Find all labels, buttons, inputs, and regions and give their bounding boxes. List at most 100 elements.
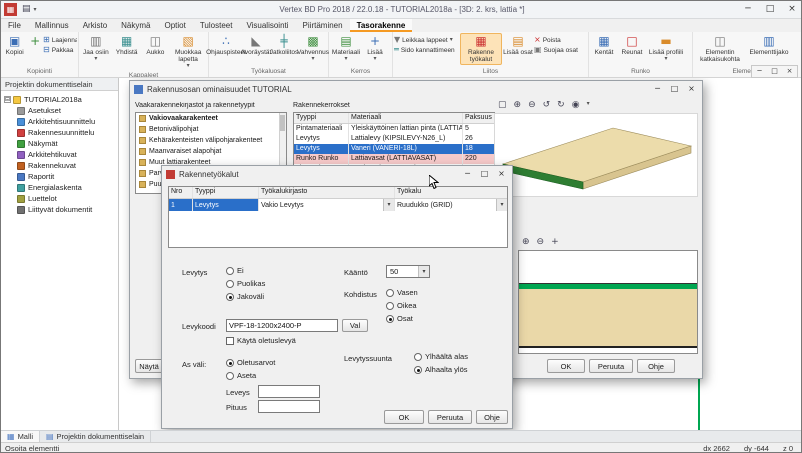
kopioi-button[interactable]: ▣Kopioi bbox=[2, 33, 27, 58]
collapse-icon[interactable]: ⊟ bbox=[4, 96, 11, 103]
tree-item-nakymat[interactable]: Näkymät bbox=[4, 138, 118, 149]
help-button[interactable]: Ohje bbox=[637, 359, 675, 373]
lisaa-profiili-button[interactable]: ▬Lisää profiili▾ bbox=[646, 33, 686, 64]
val-button[interactable]: Val bbox=[342, 319, 368, 332]
mdi-close-button[interactable]: × bbox=[782, 66, 797, 77]
minimize-button[interactable]: ─ bbox=[737, 1, 759, 18]
layer-row-selected[interactable]: LevytysVaneri (VANERI-18L)18 bbox=[294, 144, 494, 154]
lisaa-button[interactable]: +Lisää▾ bbox=[362, 33, 388, 64]
tree-item-rakennesuunnittelu[interactable]: Rakennesuunnittelu bbox=[4, 127, 118, 138]
maximize-button[interactable]: □ bbox=[759, 1, 781, 18]
dialog-maximize-button[interactable]: □ bbox=[666, 83, 683, 96]
tree-item-asetukset[interactable]: Asetukset bbox=[4, 105, 118, 116]
ok-button[interactable]: OK bbox=[384, 410, 424, 424]
tools-dialog-titlebar[interactable]: Rakennetyökalut ─ □ × bbox=[162, 166, 512, 182]
tree-item-liittyvat-dokumentit[interactable]: Liittyvät dokumentit bbox=[4, 204, 118, 215]
leikkaa-lappeet-button[interactable]: ▼Leikkaa lappeet▾ bbox=[394, 36, 460, 44]
ohjauspisteet-button[interactable]: ∴Ohjauspisteet bbox=[210, 33, 242, 58]
pituus-input[interactable] bbox=[258, 400, 320, 413]
menu-file[interactable]: File bbox=[1, 19, 28, 32]
zoom-out-icon[interactable]: ⊖ bbox=[528, 101, 536, 110]
dialog-maximize-button[interactable]: □ bbox=[476, 168, 493, 181]
radio-osat[interactable]: Osat bbox=[386, 314, 413, 323]
menu-optiot[interactable]: Optiot bbox=[157, 19, 192, 32]
jaa-osiin-button[interactable]: ▥Jaa osiin▾ bbox=[80, 33, 112, 64]
save-icon[interactable]: ▤ bbox=[22, 5, 31, 14]
laajenna-button[interactable]: ⊞Laajenna bbox=[43, 36, 77, 44]
kentat-button[interactable]: ▦Kentät bbox=[590, 33, 618, 58]
elementtijako-button[interactable]: ▥Elementtijako bbox=[746, 33, 792, 58]
kaanto-select[interactable]: 50▾ bbox=[386, 265, 430, 278]
muokkaa-lapetta-button[interactable]: ▧Muokkaa lapetta▾ bbox=[169, 33, 207, 71]
reunat-button[interactable]: □Reunat bbox=[618, 33, 646, 58]
tab-malli[interactable]: ▦Malli bbox=[1, 431, 40, 442]
library-item[interactable]: Vakiovaakarakenteet bbox=[136, 113, 286, 124]
column-header[interactable]: Tyyppi bbox=[294, 113, 349, 123]
tool-combobox[interactable]: Ruudukko (GRID)▾ bbox=[395, 199, 507, 211]
aukko-button[interactable]: ◫Aukko bbox=[142, 33, 170, 58]
dialog-minimize-button[interactable]: ─ bbox=[459, 168, 476, 181]
yhdista-button[interactable]: ▦Yhdistä bbox=[112, 33, 142, 58]
radio-ylhaalta-alas[interactable]: Ylhäältä alas bbox=[414, 352, 468, 361]
layer-row[interactable]: Runko RunkoLattiavasat (LATTIAVASAT)220 bbox=[294, 154, 494, 164]
materiaali-button[interactable]: ▤Materiaali▾ bbox=[330, 33, 362, 64]
radio-puolikas[interactable]: Puolikas bbox=[226, 279, 265, 288]
sido-kannattimeen-button[interactable]: ═Sido kannattimeen bbox=[394, 46, 460, 54]
zoom-out-icon[interactable]: ⊖ bbox=[537, 238, 545, 247]
column-header[interactable]: Paksuus bbox=[463, 113, 494, 123]
tab-projektin-dokumenttiselain[interactable]: ▤Projektin dokumenttiselain bbox=[40, 431, 151, 442]
view-caret-icon[interactable]: ▾ bbox=[587, 101, 590, 110]
show-button[interactable]: Näytä bbox=[135, 359, 163, 373]
jatkoliitos-button[interactable]: ╪Jatkoliitos bbox=[270, 33, 298, 58]
dialog-minimize-button[interactable]: ─ bbox=[649, 83, 666, 96]
structure-section-preview[interactable] bbox=[518, 250, 698, 354]
rotate-left-icon[interactable]: ↺ bbox=[543, 101, 551, 110]
radio-alhaalta-ylos[interactable]: Alhaalta ylös bbox=[414, 365, 468, 374]
menu-piirtaminen[interactable]: Piirtäminen bbox=[296, 19, 350, 32]
menu-nakyma[interactable]: Näkymä bbox=[114, 19, 157, 32]
library-item[interactable]: Betonivälipohjat bbox=[136, 124, 286, 135]
mdi-minimize-button[interactable]: ─ bbox=[752, 66, 767, 77]
mdi-restore-button[interactable]: □ bbox=[767, 66, 782, 77]
close-button[interactable]: × bbox=[781, 1, 802, 18]
menu-visualisointi[interactable]: Visualisointi bbox=[239, 19, 295, 32]
tree-item-energialaskenta[interactable]: Energialaskenta bbox=[4, 182, 118, 193]
leveys-input[interactable] bbox=[258, 385, 320, 398]
tree-item-raportit[interactable]: Raportit bbox=[4, 171, 118, 182]
column-header[interactable]: Työkalu bbox=[395, 187, 507, 198]
zoom-in-icon[interactable]: ⊕ bbox=[522, 238, 530, 247]
qat-caret-icon[interactable]: ▾ bbox=[34, 7, 37, 13]
tree-item-luettelot[interactable]: Luettelot bbox=[4, 193, 118, 204]
layer-row[interactable]: PintamateriaaliYleiskäyttöinen lattian p… bbox=[294, 124, 494, 134]
dialog-close-button[interactable]: × bbox=[683, 83, 700, 96]
pan-icon[interactable]: + bbox=[551, 238, 559, 247]
tool-library-combobox[interactable]: Vakio Levytys▾ bbox=[259, 199, 395, 211]
help-button[interactable]: Ohje bbox=[476, 410, 508, 424]
tree-item-arkkitehtikuvat[interactable]: Arkkitehtikuvat bbox=[4, 149, 118, 160]
frame-icon[interactable]: ▢ bbox=[498, 101, 507, 110]
radio-aseta[interactable]: Aseta bbox=[226, 371, 256, 380]
radio-oikea[interactable]: Oikea bbox=[386, 301, 417, 310]
move-button[interactable]: + bbox=[27, 33, 43, 51]
vahvennus-button[interactable]: ▩Vahvennus▾ bbox=[298, 33, 328, 64]
menu-tasorakenne[interactable]: Tasorakenne bbox=[350, 19, 413, 32]
tree-root[interactable]: ⊟TUTORIAL2018a bbox=[4, 94, 118, 105]
column-header[interactable]: Nro bbox=[169, 187, 193, 198]
elementin-katkaisukohta-button[interactable]: ◫Elementin katkaisukohta bbox=[694, 33, 746, 65]
menu-arkisto[interactable]: Arkisto bbox=[76, 19, 114, 32]
menu-tulosteet[interactable]: Tulosteet bbox=[193, 19, 240, 32]
rotate-right-icon[interactable]: ↻ bbox=[557, 101, 565, 110]
radio-vasen[interactable]: Vasen bbox=[386, 288, 418, 297]
layer-row[interactable]: LevytysLattialevy (KIPSILEVY-N26_L)26 bbox=[294, 134, 494, 144]
pakkaa-button[interactable]: ⊟Pakkaa bbox=[43, 46, 77, 54]
radio-ei[interactable]: Ei bbox=[226, 266, 244, 275]
radio-jakovali[interactable]: Jakoväli bbox=[226, 292, 264, 301]
tree-item-arkkitehtisuunnittelu[interactable]: Arkkitehtisuunnittelu bbox=[4, 116, 118, 127]
view-mode-icon[interactable]: ◉ bbox=[572, 101, 580, 110]
levykoodi-input[interactable] bbox=[226, 319, 338, 332]
menu-mallinnus[interactable]: Mallinnus bbox=[28, 19, 76, 32]
column-header[interactable]: Työkalukirjasto bbox=[259, 187, 395, 198]
tree-item-rakennekuvat[interactable]: Rakennekuvat bbox=[4, 160, 118, 171]
column-header[interactable]: Materiaali bbox=[349, 113, 463, 123]
poista-button[interactable]: ×Poista bbox=[534, 36, 586, 44]
